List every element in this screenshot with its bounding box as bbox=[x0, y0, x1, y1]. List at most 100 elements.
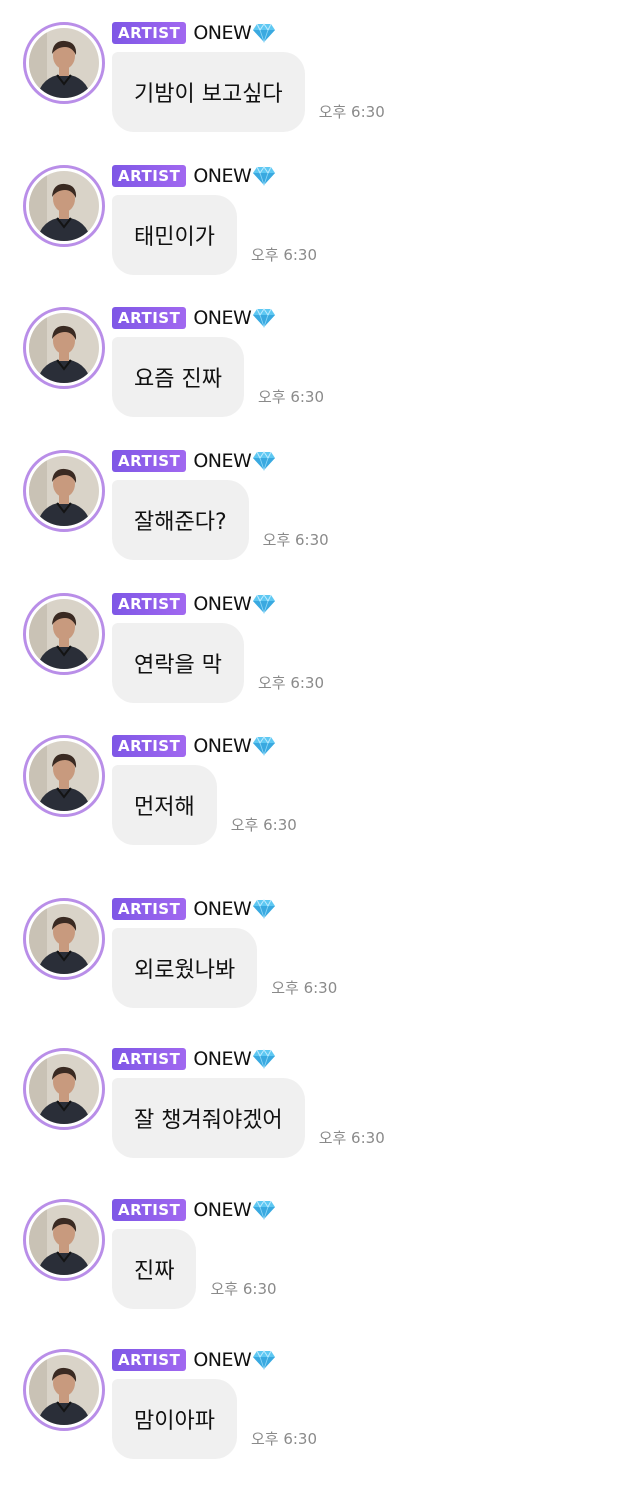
username[interactable]: ONEW bbox=[193, 21, 251, 45]
avatar-photo bbox=[29, 1054, 99, 1124]
diamond-icon bbox=[252, 23, 276, 43]
avatar-photo bbox=[29, 599, 99, 669]
sender-line: ARTIST ONEW bbox=[112, 1347, 276, 1373]
avatar-photo bbox=[29, 28, 99, 98]
diamond-icon bbox=[252, 594, 276, 614]
avatar[interactable] bbox=[23, 307, 105, 389]
timestamp: 오후 6:30 bbox=[250, 1430, 318, 1448]
sender-line: ARTIST ONEW bbox=[112, 1046, 276, 1072]
avatar-photo bbox=[29, 904, 99, 974]
chat-message: ARTIST ONEW 태민이가 오후 6:30 bbox=[0, 163, 640, 303]
diamond-icon bbox=[252, 1350, 276, 1370]
diamond-icon bbox=[252, 308, 276, 328]
diamond-icon bbox=[252, 736, 276, 756]
avatar-photo bbox=[29, 1205, 99, 1275]
username[interactable]: ONEW bbox=[193, 1348, 251, 1372]
message-bubble[interactable]: 연락을 막 bbox=[112, 623, 244, 703]
timestamp: 오후 6:30 bbox=[271, 979, 338, 997]
artist-badge: ARTIST bbox=[112, 1048, 187, 1070]
bubble-line: 잘해준다? 오후 6:30 bbox=[112, 480, 329, 560]
bubble-line: 요즘 진짜 오후 6:30 bbox=[112, 337, 324, 417]
message-bubble[interactable]: 외로웠나봐 bbox=[112, 928, 258, 1008]
avatar-photo bbox=[29, 313, 99, 383]
bubble-line: 맘이아파 오후 6:30 bbox=[112, 1379, 317, 1459]
sender-line: ARTIST ONEW bbox=[112, 591, 276, 617]
avatar[interactable] bbox=[23, 898, 105, 980]
artist-badge: ARTIST bbox=[112, 735, 187, 757]
message-bubble[interactable]: 태민이가 bbox=[112, 195, 237, 275]
artist-badge: ARTIST bbox=[112, 1349, 187, 1371]
timestamp: 오후 6:30 bbox=[230, 816, 297, 834]
sender-line: ARTIST ONEW bbox=[112, 896, 276, 922]
diamond-icon bbox=[252, 451, 276, 471]
username[interactable]: ONEW bbox=[193, 897, 251, 921]
sender-line: ARTIST ONEW bbox=[112, 305, 276, 331]
bubble-line: 연락을 막 오후 6:30 bbox=[112, 623, 324, 703]
artist-badge: ARTIST bbox=[112, 450, 187, 472]
sender-line: ARTIST ONEW bbox=[112, 20, 276, 46]
avatar[interactable] bbox=[23, 22, 105, 104]
username[interactable]: ONEW bbox=[193, 306, 251, 330]
avatar-photo bbox=[29, 1355, 99, 1425]
artist-badge: ARTIST bbox=[112, 165, 187, 187]
timestamp: 오후 6:30 bbox=[318, 103, 385, 121]
avatar[interactable] bbox=[23, 1199, 105, 1281]
avatar[interactable] bbox=[23, 593, 105, 675]
avatar[interactable] bbox=[23, 1349, 105, 1431]
message-bubble[interactable]: 맘이아파 bbox=[112, 1379, 237, 1459]
artist-badge: ARTIST bbox=[112, 593, 187, 615]
diamond-icon bbox=[252, 166, 276, 186]
avatar[interactable] bbox=[23, 450, 105, 532]
timestamp: 오후 6:30 bbox=[257, 388, 325, 406]
timestamp: 오후 6:30 bbox=[210, 1280, 277, 1298]
timestamp: 오후 6:30 bbox=[262, 531, 329, 549]
chat-message: ARTIST ONEW 진짜 오후 6:30 bbox=[0, 1197, 640, 1337]
artist-badge: ARTIST bbox=[112, 307, 187, 329]
sender-line: ARTIST ONEW bbox=[112, 163, 276, 189]
avatar[interactable] bbox=[23, 1048, 105, 1130]
avatar[interactable] bbox=[23, 735, 105, 817]
avatar-photo bbox=[29, 456, 99, 526]
diamond-icon bbox=[252, 899, 276, 919]
sender-line: ARTIST ONEW bbox=[112, 448, 276, 474]
timestamp: 오후 6:30 bbox=[250, 246, 318, 264]
chat-message: ARTIST ONEW 외로웠나봐 오후 6:30 bbox=[0, 896, 640, 1036]
timestamp: 오후 6:30 bbox=[318, 1129, 385, 1147]
chat-message: ARTIST ONEW 맘이아파 오후 6:30 bbox=[0, 1347, 640, 1487]
message-bubble[interactable]: 요즘 진짜 bbox=[112, 337, 244, 417]
message-bubble[interactable]: 먼저해 bbox=[112, 765, 217, 845]
username[interactable]: ONEW bbox=[193, 592, 251, 616]
bubble-line: 잘 챙겨줘야겠어 오후 6:30 bbox=[112, 1078, 385, 1158]
diamond-icon bbox=[252, 1049, 276, 1069]
message-bubble[interactable]: 진짜 bbox=[112, 1229, 197, 1309]
chat-message: ARTIST ONEW 잘 챙겨줘야겠어 오후 6:30 bbox=[0, 1046, 640, 1186]
timestamp: 오후 6:30 bbox=[257, 674, 325, 692]
username[interactable]: ONEW bbox=[193, 1047, 251, 1071]
message-bubble[interactable]: 잘 챙겨줘야겠어 bbox=[112, 1078, 305, 1158]
chat-message: ARTIST ONEW 먼저해 오후 6:30 bbox=[0, 733, 640, 873]
bubble-line: 외로웠나봐 오후 6:30 bbox=[112, 928, 337, 1008]
username[interactable]: ONEW bbox=[193, 1198, 251, 1222]
artist-badge: ARTIST bbox=[112, 1199, 187, 1221]
avatar-photo bbox=[29, 741, 99, 811]
username[interactable]: ONEW bbox=[193, 164, 251, 188]
sender-line: ARTIST ONEW bbox=[112, 1197, 276, 1223]
bubble-line: 기밤이 보고싶다 오후 6:30 bbox=[112, 52, 385, 132]
sender-line: ARTIST ONEW bbox=[112, 733, 276, 759]
username[interactable]: ONEW bbox=[193, 449, 251, 473]
artist-badge: ARTIST bbox=[112, 22, 187, 44]
message-bubble[interactable]: 잘해준다? bbox=[112, 480, 249, 560]
message-bubble[interactable]: 기밤이 보고싶다 bbox=[112, 52, 305, 132]
chat-message: ARTIST ONEW 기밤이 보고싶다 오후 6:30 bbox=[0, 20, 640, 160]
diamond-icon bbox=[252, 1200, 276, 1220]
bubble-line: 태민이가 오후 6:30 bbox=[112, 195, 317, 275]
chat-message: ARTIST ONEW 요즘 진짜 오후 6:30 bbox=[0, 305, 640, 445]
chat-message: ARTIST ONEW 잘해준다? 오후 6:30 bbox=[0, 448, 640, 588]
chat-message: ARTIST ONEW 연락을 막 오후 6:30 bbox=[0, 591, 640, 731]
avatar-photo bbox=[29, 171, 99, 241]
username[interactable]: ONEW bbox=[193, 734, 251, 758]
artist-badge: ARTIST bbox=[112, 898, 187, 920]
bubble-line: 먼저해 오후 6:30 bbox=[112, 765, 297, 845]
bubble-line: 진짜 오후 6:30 bbox=[112, 1229, 277, 1309]
avatar[interactable] bbox=[23, 165, 105, 247]
